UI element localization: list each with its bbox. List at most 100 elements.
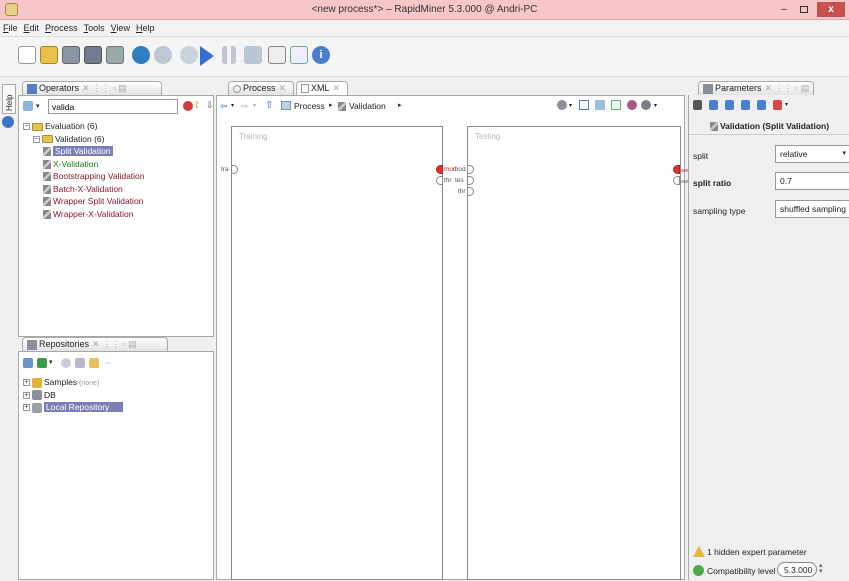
new-process-icon[interactable] <box>18 46 36 64</box>
repository-item[interactable]: + Samples (none) <box>23 376 213 389</box>
clear-search-icon[interactable] <box>183 101 193 111</box>
minimize-button[interactable]: – <box>774 2 794 17</box>
dropdown-arrow-icon[interactable]: ▾ <box>36 102 40 110</box>
open-icon[interactable] <box>40 46 58 64</box>
info-icon[interactable]: i <box>312 46 330 64</box>
output-port-mod[interactable] <box>436 165 443 174</box>
param-tool-icon[interactable] <box>757 100 766 110</box>
tree-folder[interactable]: − Validation (6) <box>23 133 213 146</box>
auto-wire-icon[interactable] <box>557 100 567 110</box>
undo-icon[interactable] <box>132 46 150 64</box>
tab-repositories[interactable]: Repositories ✕ ⋮⋮ ▫ ▤ <box>22 337 168 351</box>
filter-icon[interactable]: ⟟ <box>195 100 199 111</box>
tab-controls: ✕ ⋮⋮ ▫ ▤ <box>764 83 810 93</box>
add-repository-icon[interactable] <box>23 358 33 368</box>
forward-dropdown-icon[interactable]: ▾ <box>253 102 256 109</box>
param-tool-icon[interactable] <box>693 100 702 110</box>
close-button[interactable]: x <box>817 2 845 17</box>
tree-operator[interactable]: Bootstrapping Validation <box>23 170 213 183</box>
plugin-icon[interactable] <box>641 100 651 110</box>
import-icon[interactable] <box>106 46 124 64</box>
repository-label: Local Repository <box>44 402 124 412</box>
tree-label: Bootstrapping Validation <box>53 171 145 181</box>
output-port-thr[interactable] <box>436 176 443 185</box>
maximize-button[interactable] <box>794 2 814 17</box>
save-as-icon[interactable] <box>84 46 102 64</box>
tab-xml[interactable]: XML ✕ <box>296 81 348 95</box>
save-icon[interactable] <box>62 46 80 64</box>
pause-icon[interactable] <box>222 46 236 64</box>
hidden-expert-note[interactable]: 1 hidden expert parameter <box>707 547 807 557</box>
refresh-icon[interactable] <box>61 358 71 368</box>
wire-dropdown-icon[interactable]: ▾ <box>569 102 572 109</box>
menu-item-process[interactable]: Process <box>42 20 81 33</box>
repository-icon <box>32 402 42 413</box>
link-icon[interactable]: ⇔ <box>103 357 112 367</box>
tab-process[interactable]: Process ✕ <box>228 81 294 95</box>
sort-icon[interactable]: ⇩ <box>206 100 214 111</box>
menu-item-view[interactable]: View <box>108 20 133 33</box>
tree-operator[interactable]: Batch-X-Validation <box>23 183 213 196</box>
repo-action-icon[interactable] <box>37 358 47 368</box>
collapse-icon[interactable]: − <box>33 135 40 143</box>
param-tool-icon[interactable] <box>725 100 734 110</box>
resume-icon[interactable] <box>180 46 198 64</box>
up-icon[interactable]: ⇧ <box>265 100 273 111</box>
param-tool-icon[interactable] <box>741 100 750 110</box>
testing-subprocess[interactable]: Testing <box>467 126 681 580</box>
redo-icon[interactable] <box>154 46 172 64</box>
expand-icon[interactable]: + <box>23 404 30 412</box>
output-port-ave[interactable] <box>673 165 680 174</box>
sort-operators-icon[interactable] <box>595 100 605 110</box>
output-port-ave2[interactable] <box>673 176 680 185</box>
forward-icon[interactable]: ⇨ <box>241 101 249 112</box>
menu-item-file[interactable]: File <box>0 20 21 33</box>
store-icon[interactable] <box>75 358 85 368</box>
param-tool-icon[interactable] <box>773 100 782 110</box>
tree-folder[interactable]: − Evaluation (6) <box>23 120 213 133</box>
back-icon[interactable]: ⇦ <box>220 101 228 112</box>
expert-mode-icon[interactable] <box>268 46 286 64</box>
training-subprocess[interactable]: Training <box>231 126 443 580</box>
new-building-block-icon[interactable] <box>23 101 33 111</box>
plugin-dropdown-icon[interactable]: ▾ <box>654 102 657 109</box>
menu-item-tools[interactable]: Tools <box>81 20 108 33</box>
param-dropdown-icon[interactable]: ▾ <box>785 101 788 108</box>
tab-parameters[interactable]: Parameters ✕ ⋮⋮ ▫ ▤ <box>698 81 814 95</box>
tree-operator[interactable]: Split Validation <box>23 145 213 158</box>
param-split-ratio-label: split ratio <box>693 178 732 188</box>
menu-item-edit[interactable]: Edit <box>21 20 43 33</box>
tree-operator[interactable]: X-Validation <box>23 158 213 171</box>
breadcrumb-process[interactable]: Process <box>294 101 325 111</box>
export-icon[interactable] <box>627 100 637 110</box>
stop-icon[interactable] <box>244 46 262 64</box>
param-tool-icon[interactable] <box>709 100 718 110</box>
fit-icon[interactable] <box>611 100 621 110</box>
expand-icon[interactable]: + <box>23 379 30 387</box>
operators-panel: ▾ ⟟ ⇩ −Evaluation (6)−Validation (6)Spli… <box>18 95 214 337</box>
compatibility-spinner[interactable]: ▴ ▾ <box>819 562 823 575</box>
process-root-icon <box>281 101 291 110</box>
port-tes-label: tes <box>455 177 464 184</box>
breadcrumb-validation[interactable]: Validation <box>349 101 386 111</box>
run-icon[interactable] <box>200 46 214 66</box>
help-side-tab[interactable]: Help <box>2 84 16 114</box>
repository-item[interactable]: + DB <box>23 389 213 402</box>
collapse-icon[interactable]: − <box>23 123 30 131</box>
menu-item-help[interactable]: Help <box>133 20 158 33</box>
repository-item[interactable]: + Local Repository <box>23 401 213 414</box>
tab-operators[interactable]: Operators ✕ ⋮⋮ ▫ ▤ <box>22 81 162 95</box>
param-sampling-type-select[interactable]: shuffled sampling▾ <box>775 200 849 218</box>
operator-search-input[interactable] <box>48 99 178 114</box>
validate-icon[interactable] <box>290 46 308 64</box>
compatibility-value[interactable]: 5.3.000 <box>777 562 817 577</box>
repo-dropdown-icon[interactable]: ▾ <box>49 358 53 366</box>
param-split-ratio-input[interactable]: 0.7 <box>775 172 849 190</box>
param-split-select[interactable]: relative ▾ <box>775 145 849 163</box>
tree-operator[interactable]: Wrapper-X-Validation <box>23 208 213 221</box>
expand-icon[interactable]: + <box>23 391 30 399</box>
folder-icon[interactable] <box>89 358 99 368</box>
tree-operator[interactable]: Wrapper Split Validation <box>23 195 213 208</box>
arrange-icon[interactable] <box>579 100 589 110</box>
back-dropdown-icon[interactable]: ▾ <box>231 102 234 109</box>
